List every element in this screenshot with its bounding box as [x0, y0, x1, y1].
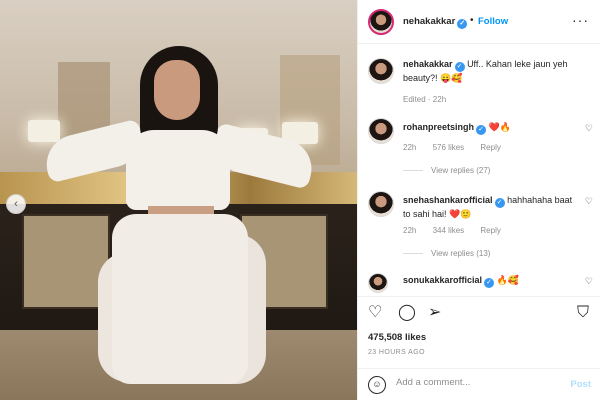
carousel-prev-button[interactable]: ‹: [6, 194, 26, 214]
comment-reply-button[interactable]: Reply: [480, 143, 500, 152]
more-options-icon[interactable]: ···: [572, 12, 589, 28]
share-send-icon[interactable]: ➢: [428, 305, 441, 321]
photo-person: [40, 38, 318, 400]
person-face: [154, 60, 200, 120]
comment-text: snehashankarofficial ✓ hahhahaha baat to …: [403, 194, 573, 220]
comment-bubble-icon[interactable]: ◯: [398, 305, 416, 321]
comment-text: rohanpreetsingh ✓ ❤️🔥: [403, 121, 573, 135]
verified-icon: ✓: [454, 62, 465, 72]
comment-reply-button[interactable]: Reply: [480, 226, 500, 235]
verified-icon: ✓: [484, 278, 495, 288]
caption-text: nehakakkar ✓ Uff.. Kahan leke jaun yeh be…: [403, 58, 583, 85]
post-header: nehakakkar ✓ • Follow ···: [358, 0, 600, 44]
person-pants: [112, 214, 248, 384]
view-replies-button[interactable]: View replies (13): [403, 249, 490, 258]
comment-like-heart-icon[interactable]: ♡: [585, 276, 593, 287]
comment-meta: 22h 576 likes Reply: [403, 143, 515, 152]
person-top: [126, 130, 230, 210]
comment-text: sonukakkarofficial ✓ 🔥🥰: [403, 274, 573, 288]
caption-meta: Edited · 22h: [403, 95, 447, 104]
comment-username[interactable]: snehashankarofficial: [403, 195, 493, 205]
comment-likes[interactable]: 344 likes: [433, 226, 465, 235]
comment-meta: 22h 344 likes Reply: [403, 226, 515, 235]
post-photo[interactable]: ‹: [0, 0, 357, 400]
verified-icon: ✓: [457, 19, 468, 29]
comment-time: 22h: [403, 143, 417, 152]
comment-avatar[interactable]: [368, 273, 388, 293]
comment-avatar[interactable]: [368, 191, 394, 217]
add-comment-input[interactable]: [396, 377, 556, 388]
comment-body: 🔥🥰: [496, 275, 519, 285]
comment-avatar[interactable]: [368, 118, 394, 144]
follow-button[interactable]: Follow: [478, 16, 508, 27]
post-comment-button[interactable]: Post: [570, 379, 591, 390]
comment-username[interactable]: sonukakkarofficial: [403, 275, 482, 285]
comment-likes[interactable]: 576 likes: [433, 143, 465, 152]
post-timestamp: 23 HOURS AGO: [368, 349, 425, 356]
header-separator-dot: •: [470, 15, 474, 26]
comment-time: 22h: [403, 226, 417, 235]
post-side-panel: nehakakkar ✓ • Follow ··· nehakakkar ✓ Uff…: [357, 0, 600, 400]
caption-avatar[interactable]: [368, 58, 394, 84]
comment-like-heart-icon[interactable]: ♡: [585, 196, 593, 207]
post-actions-bar: ♡ ◯ ➢ ⛉: [358, 296, 600, 330]
view-replies-button[interactable]: View replies (27): [403, 166, 490, 175]
verified-icon: ✓: [494, 198, 505, 208]
like-heart-icon[interactable]: ♡: [368, 305, 382, 321]
emoji-picker-icon[interactable]: ☺: [368, 376, 386, 394]
comment-username[interactable]: rohanpreetsingh: [403, 122, 474, 132]
save-bookmark-icon[interactable]: ⛉: [577, 305, 589, 321]
comment-like-heart-icon[interactable]: ♡: [585, 123, 593, 134]
verified-icon: ✓: [476, 125, 487, 135]
caption-username[interactable]: nehakakkar: [403, 59, 453, 69]
author-avatar[interactable]: [368, 9, 394, 35]
author-username[interactable]: nehakakkar ✓: [403, 16, 468, 29]
comment-body: ❤️🔥: [488, 122, 511, 132]
likes-count[interactable]: 475,508 likes: [368, 332, 426, 343]
add-comment-bar: ☺ Post: [358, 368, 600, 400]
